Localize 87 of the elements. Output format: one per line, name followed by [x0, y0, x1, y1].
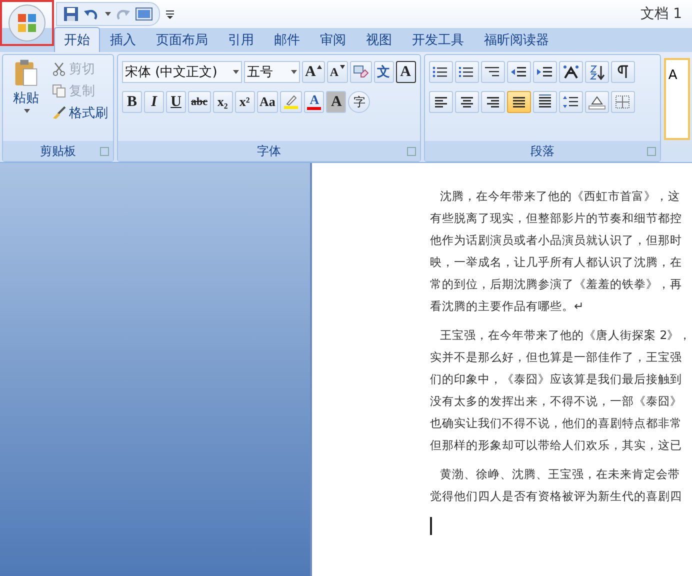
text-line: 映，一举成名，让几乎所有人都认识了沈腾，在 — [430, 254, 683, 271]
customize-toolbar-icon[interactable] — [166, 9, 174, 19]
show-marks-button[interactable] — [610, 61, 635, 83]
ribbon-tab[interactable]: 福昕阅读器 — [474, 27, 559, 52]
ribbon-tab[interactable]: 页面布局 — [146, 27, 218, 52]
bold-button[interactable]: B — [122, 91, 142, 113]
font-name-dropdown[interactable]: 宋体 (中文正文) — [122, 61, 242, 83]
dropdown-arrow-icon[interactable] — [24, 109, 30, 113]
ribbon-tab[interactable]: 引用 — [218, 27, 264, 52]
text-line: 常的到位，后期沈腾参演了《羞羞的铁拳》，再 — [430, 276, 683, 293]
shading-button[interactable] — [584, 91, 609, 113]
highlighter-icon — [283, 94, 300, 110]
distribute-button[interactable] — [532, 91, 557, 113]
brush-button[interactable]: 格式刷 — [51, 103, 109, 123]
ribbon-tab[interactable]: 邮件 — [264, 27, 310, 52]
italic-button[interactable]: I — [144, 91, 164, 113]
style-preview[interactable]: A — [664, 58, 690, 140]
font-size-dropdown[interactable]: 五号 — [244, 61, 300, 83]
chinese-layout-icon — [562, 64, 580, 80]
ribbon-tab[interactable]: 视图 — [356, 27, 402, 52]
sort-icon — [588, 64, 606, 80]
dropdown-arrow-icon[interactable] — [233, 70, 240, 74]
enclose-characters-button[interactable]: 字 — [348, 91, 370, 113]
character-border-button[interactable]: A — [396, 61, 416, 83]
justify-button[interactable] — [506, 91, 531, 113]
superscript-button[interactable]: x² — [234, 91, 255, 113]
line-spacing-icon — [562, 94, 580, 110]
increase-indent-button[interactable] — [532, 61, 557, 83]
brush-icon — [52, 106, 66, 120]
clear-format-button[interactable] — [350, 61, 372, 83]
text-line: 实并不是那么好，但也算是一部佳作了，王宝强 — [430, 349, 683, 366]
group-label: 剪贴板 — [40, 142, 76, 160]
borders-icon — [614, 94, 632, 110]
center-button[interactable] — [454, 91, 479, 113]
group-label: 段落 — [530, 142, 554, 160]
shrink-font-button[interactable]: A — [326, 61, 348, 83]
strikethrough-button[interactable]: abc — [188, 91, 211, 113]
character-shading-button[interactable]: A — [326, 91, 346, 113]
align-left-button[interactable] — [428, 91, 453, 113]
text-line: 王宝强，在今年带来了他的《唐人街探案 2》， — [439, 327, 692, 344]
text-line: 但那样的形象却可以带给人们欢乐，其实，这已 — [430, 437, 683, 454]
text-line: 黄渤、徐峥、沈腾、王宝强，在未来肯定会带 — [439, 466, 681, 483]
line-spacing-button[interactable] — [558, 91, 583, 113]
bullets-icon — [432, 64, 450, 80]
highlight-button[interactable] — [280, 91, 302, 113]
numbering-icon — [458, 64, 476, 80]
underline-button[interactable]: U — [166, 91, 186, 113]
eraser-icon — [352, 65, 369, 79]
change-case-button[interactable]: Aa — [256, 91, 278, 113]
text-line: 他作为话剧演员或者小品演员就认识了，但那时 — [430, 232, 683, 249]
decrease-indent-button[interactable] — [506, 61, 531, 83]
text-line: 有些脱离了现实，但整部影片的节奏和细节都控 — [430, 210, 683, 227]
save-icon[interactable] — [63, 6, 79, 22]
copy-icon — [52, 84, 66, 98]
down-triangle-icon — [340, 65, 345, 69]
dropdown-arrow-icon[interactable] — [291, 70, 298, 74]
screen-icon[interactable] — [135, 6, 153, 22]
numbering-button[interactable] — [454, 61, 479, 83]
dropdown-arrow-icon[interactable] — [105, 12, 111, 16]
ribbon-tab[interactable]: 插入 — [100, 27, 146, 52]
shading-icon — [588, 94, 606, 110]
grow-font-button[interactable]: A — [302, 61, 325, 83]
bullets-button[interactable] — [428, 61, 453, 83]
chinese-layout-button[interactable] — [558, 61, 583, 83]
clipboard-icon — [13, 59, 39, 87]
ribbon-tab[interactable]: 开发工具 — [402, 27, 474, 52]
up-triangle-icon — [316, 65, 322, 69]
multilevel-list-button[interactable] — [480, 61, 505, 83]
scissors-icon — [52, 62, 66, 76]
text-line: 沈腾，在今年带来了他的《西虹市首富》，这 — [439, 188, 681, 205]
text-line: 看沈腾的主要作品有哪些。↵ — [430, 298, 585, 315]
paste-button[interactable]: 粘贴 — [7, 59, 45, 137]
text-line: 没有太多的发挥出来，不得不说，一部《泰囧》 — [430, 393, 683, 410]
align-right-button[interactable] — [480, 91, 505, 113]
ribbon-tab[interactable]: 开始 — [54, 27, 100, 52]
text-cursor — [430, 517, 432, 535]
window-title: 文档 1 — [640, 5, 682, 23]
text-line: 觉得他们四人是否有资格被评为新生代的喜剧四 — [430, 488, 683, 505]
font-color-button[interactable]: A — [304, 91, 324, 113]
phonetic-guide-button[interactable]: 文 — [374, 61, 394, 83]
text-line: 也确实让我们不得不说，他们的喜剧特点都非常 — [430, 415, 683, 432]
borders-button[interactable] — [610, 91, 635, 113]
text-line: 们的印象中，《泰囧》应该算是我们最后接触到 — [430, 371, 683, 388]
sort-button[interactable] — [584, 61, 609, 83]
ribbon-tab[interactable]: 审阅 — [310, 27, 356, 52]
group-label: 字体 — [256, 142, 281, 160]
subscript-button[interactable]: x₂ — [212, 91, 233, 113]
